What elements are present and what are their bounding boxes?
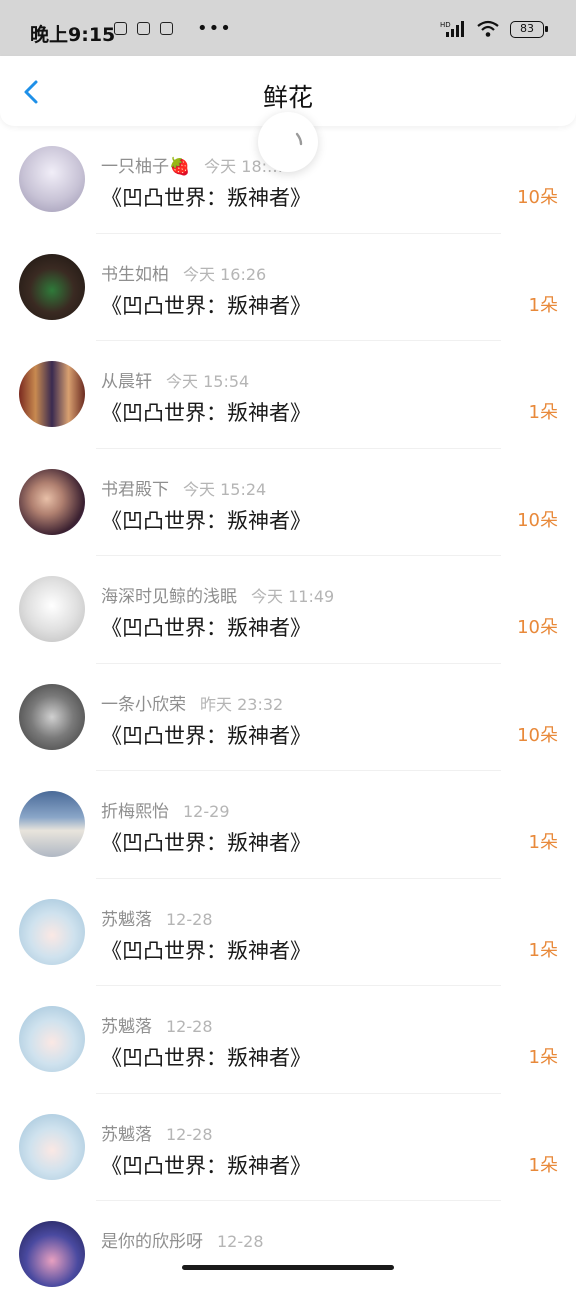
list-item[interactable]: 折梅熙怡 12-29 《凹凸世界：叛神者》 1朵 [0,771,576,879]
book-title: 《凹凸世界：叛神者》 [101,186,311,210]
list-item[interactable]: 是你的欣彤呀 12-28 [0,1201,576,1309]
user-name[interactable]: 海深时见鲸的浅眠 [101,587,237,607]
user-name[interactable]: 苏魆落 [101,1017,152,1037]
book-title: 《凹凸世界：叛神者》 [101,616,311,640]
list-item[interactable]: 苏魆落 12-28 《凹凸世界：叛神者》 1朵 [0,1094,576,1201]
more-notifications-icon: ••• [197,17,232,39]
app-notification-icon [137,22,150,35]
signal-icon: HD [440,21,464,37]
user-name[interactable]: 苏魆落 [101,910,152,930]
book-title: 《凹凸世界：叛神者》 [101,723,311,748]
list-item[interactable]: 一条小欣荣 昨天 23:32 《凹凸世界：叛神者》 10朵 [0,664,576,771]
page-title: 鲜花 [262,83,313,112]
avatar[interactable] [19,898,85,965]
user-name[interactable]: 折梅熙怡 [101,802,169,822]
flower-count: 1朵 [528,1047,558,1068]
book-title: 《凹凸世界：叛神者》 [101,938,311,963]
book-title: 《凹凸世界：叛神者》 [101,401,311,425]
book-title: 《凹凸世界：叛神者》 [101,293,311,318]
timestamp: 12-28 [166,1017,213,1036]
flower-count: 1朵 [528,1154,558,1176]
book-title: 《凹凸世界：叛神者》 [101,1046,311,1070]
status-time: 晚上9:15 [30,24,116,46]
timestamp: 12-28 [166,1124,213,1144]
flower-count: 1朵 [528,832,558,853]
user-name[interactable]: 书生如柏 [101,265,169,285]
user-name[interactable]: 从晨轩 [101,372,152,392]
flower-count: 1朵 [528,402,558,423]
timestamp: 12-28 [217,1232,264,1251]
avatar[interactable] [19,361,85,427]
flower-count: 1朵 [528,939,558,961]
avatar[interactable] [19,576,85,642]
timestamp: 今天 11:49 [251,587,335,606]
wifi-icon [477,20,499,37]
flower-count: 1朵 [528,294,558,316]
timestamp: 今天 16:26 [183,264,267,284]
avatar[interactable] [19,253,85,320]
timestamp: 今天 15:54 [166,372,250,391]
avatar[interactable] [19,146,85,212]
home-indicator[interactable] [182,1265,394,1270]
book-title: 《凹凸世界：叛神者》 [101,508,311,533]
avatar[interactable] [19,791,85,857]
list-item[interactable]: 苏魆落 12-28 《凹凸世界：叛神者》 1朵 [0,986,576,1094]
user-name[interactable]: 一条小欣荣 [101,695,186,715]
avatar[interactable] [19,1006,85,1072]
list-item[interactable]: 苏魆落 12-28 《凹凸世界：叛神者》 1朵 [0,879,576,986]
battery-icon: 83 [510,20,548,38]
status-right-icons: HD 83 [440,20,548,38]
user-name[interactable]: 一只柚子🍓 [101,157,190,177]
timestamp: 昨天 23:32 [200,694,284,714]
list-item[interactable]: 书生如柏 今天 16:26 《凹凸世界：叛神者》 1朵 [0,234,576,341]
avatar[interactable] [19,468,85,535]
flower-count: 10朵 [517,509,558,531]
user-name[interactable]: 苏魆落 [101,1125,152,1145]
app-notification-icon [160,22,173,35]
timestamp: 12-29 [183,802,230,821]
avatar[interactable] [19,1221,85,1287]
loading-spinner [258,112,318,172]
avatar[interactable] [19,1113,85,1180]
flower-list: 一只柚子🍓 今天 18:… 《凹凸世界：叛神者》 10朵 书生如柏 今天 16:26… [0,126,576,1309]
svg-text:HD: HD [440,21,451,29]
avatar[interactable] [19,683,85,750]
book-title: 《凹凸世界：叛神者》 [101,1153,311,1178]
user-name[interactable]: 是你的欣彤呀 [101,1232,203,1252]
status-bar: 晚上9:15 ••• HD 83 [0,0,576,56]
flower-count: 10朵 [517,617,558,638]
notification-icons: ••• [114,17,232,39]
timestamp: 今天 15:24 [183,479,267,499]
flower-count: 10朵 [517,187,558,208]
list-item[interactable]: 海深时见鲸的浅眠 今天 11:49 《凹凸世界：叛神者》 10朵 [0,556,576,664]
timestamp: 12-28 [166,909,213,929]
list-item[interactable]: 书君殿下 今天 15:24 《凹凸世界：叛神者》 10朵 [0,449,576,556]
user-name[interactable]: 书君殿下 [101,480,169,500]
flower-count: 10朵 [517,724,558,746]
app-notification-icon [114,22,127,35]
spinner-icon [295,132,303,146]
book-title: 《凹凸世界：叛神者》 [101,831,311,855]
list-item[interactable]: 从晨轩 今天 15:54 《凹凸世界：叛神者》 1朵 [0,341,576,449]
